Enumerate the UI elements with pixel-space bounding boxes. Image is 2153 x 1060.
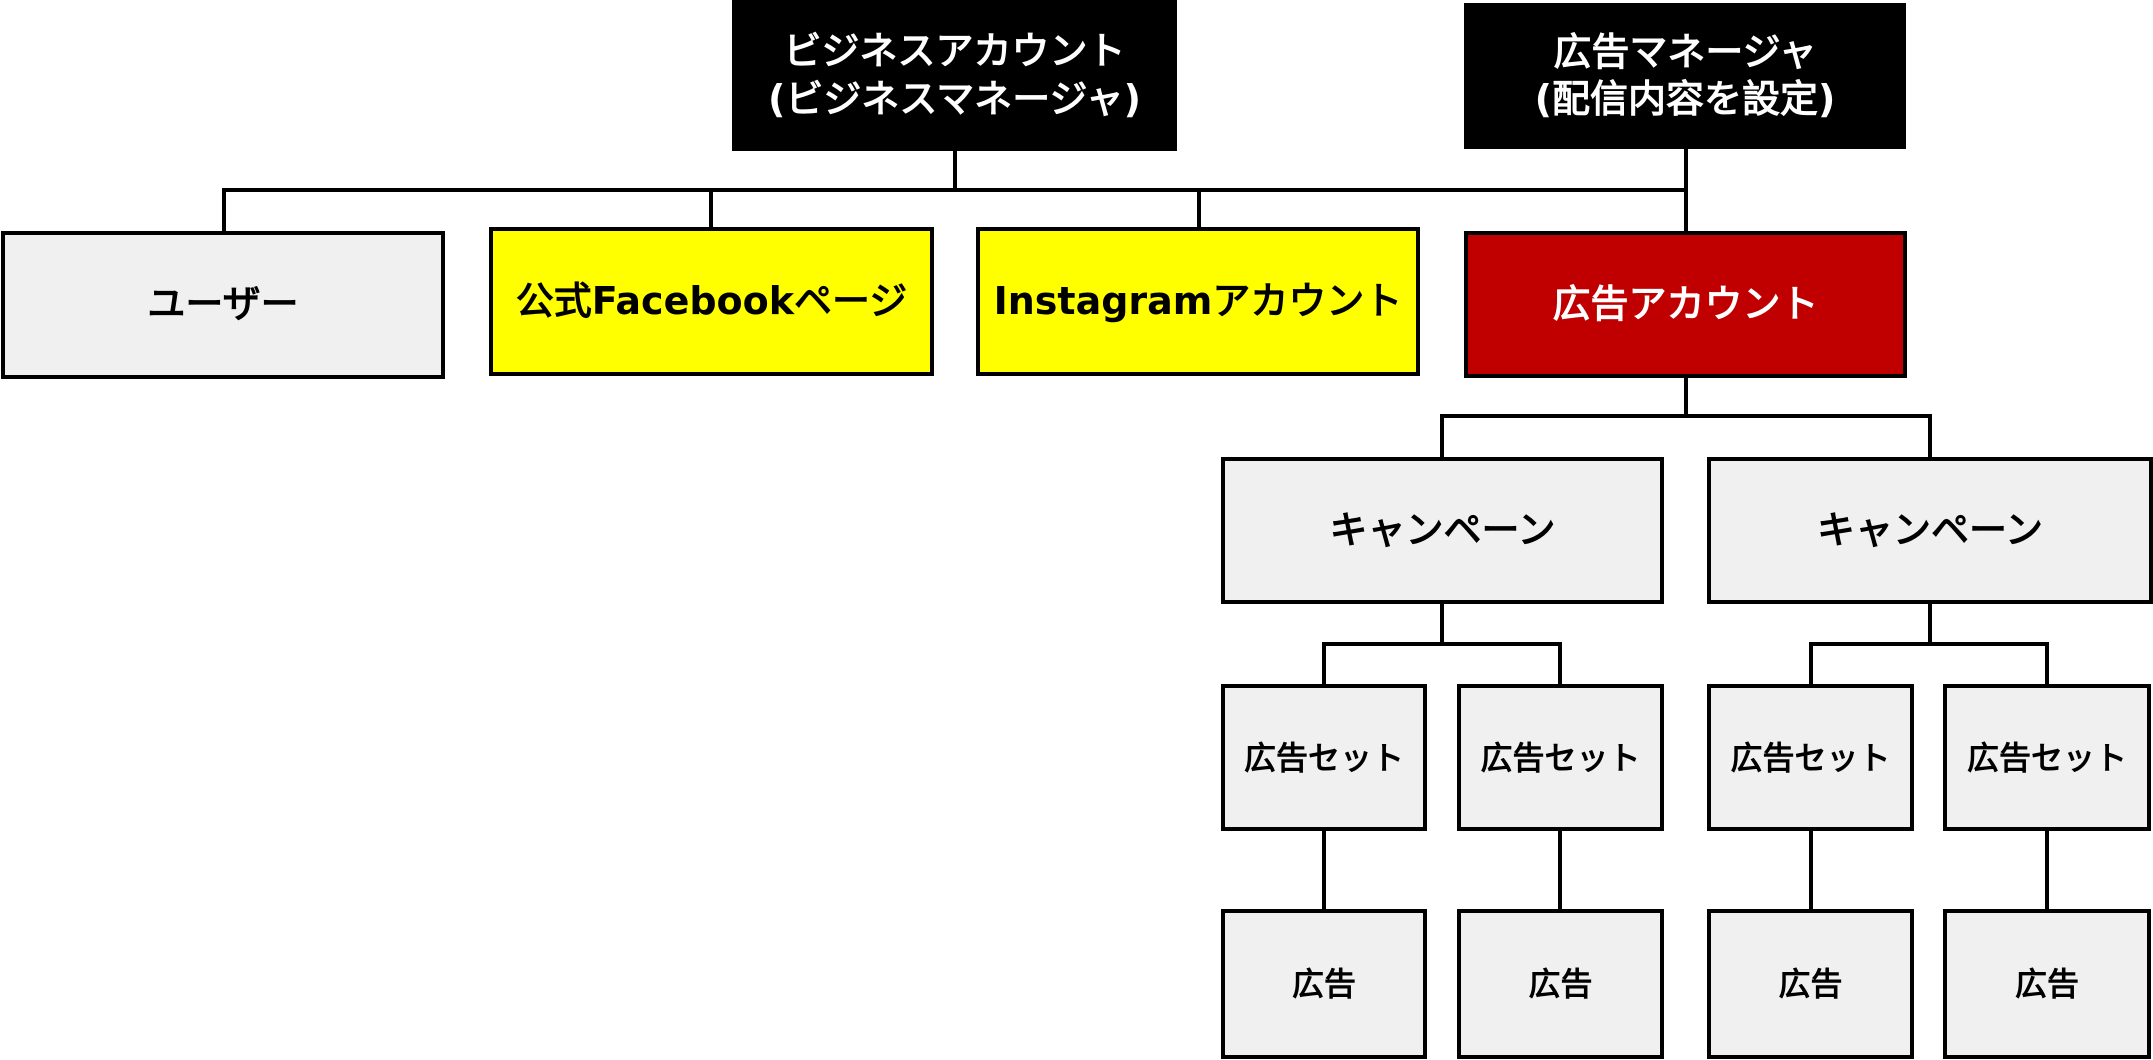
ad-set-label: 広告セット	[1480, 738, 1641, 777]
campaign-label: キャンペーン	[1816, 507, 2044, 552]
ad-set-label: 広告セット	[1243, 738, 1404, 777]
connector	[222, 188, 226, 233]
user-node: ユーザー	[1, 231, 445, 379]
connector	[1440, 414, 1932, 418]
ad-manager-node: 広告マネージャ (配信内容を設定)	[1464, 3, 1906, 149]
ad-label: 広告	[1528, 965, 1593, 1003]
user-label: ユーザー	[147, 282, 299, 327]
ad-account-node: 広告アカウント	[1464, 231, 1907, 378]
connector	[1928, 602, 1932, 646]
connector	[1928, 414, 1932, 459]
business-account-title: ビジネスアカウント	[783, 29, 1126, 73]
ad-label: 広告	[2014, 965, 2079, 1003]
ad-set-label: 広告セット	[1966, 738, 2127, 777]
business-account-node: ビジネスアカウント (ビジネスマネージャ)	[732, 0, 1177, 151]
ad-set-node: 広告セット	[1457, 684, 1664, 831]
connector	[1809, 829, 1813, 911]
campaign-label: キャンペーン	[1329, 507, 1556, 552]
ad-set-node: 広告セット	[1707, 684, 1914, 831]
campaign-node: キャンペーン	[1221, 457, 1664, 604]
ad-node: 広告	[1707, 909, 1914, 1059]
connector	[1322, 642, 1562, 646]
connector	[2045, 829, 2049, 911]
connector	[2045, 642, 2049, 686]
instagram-account-node: Instagramアカウント	[976, 227, 1420, 376]
connector	[709, 188, 713, 229]
campaign-node: キャンペーン	[1707, 457, 2153, 604]
ad-set-node: 広告セット	[1221, 684, 1427, 831]
ad-node: 広告	[1943, 909, 2151, 1059]
connector	[1684, 376, 1688, 418]
business-account-subtitle: (ビジネスマネージャ)	[768, 76, 1141, 121]
connector	[1322, 642, 1326, 686]
connector	[1322, 829, 1326, 911]
connector	[953, 151, 957, 192]
ad-label: 広告	[1778, 965, 1843, 1003]
connector	[1558, 829, 1562, 911]
facebook-page-node: 公式Facebookページ	[489, 227, 934, 376]
connector	[1440, 602, 1444, 646]
ad-manager-title: 広告マネージャ	[1553, 29, 1817, 74]
instagram-account-label: Instagramアカウント	[993, 278, 1403, 323]
ad-manager-subtitle: (配信内容を設定)	[1534, 77, 1836, 121]
ad-set-node: 広告セット	[1943, 684, 2151, 831]
ad-set-label: 広告セット	[1730, 738, 1891, 777]
ad-node: 広告	[1457, 909, 1664, 1059]
facebook-page-label: 公式Facebookページ	[515, 278, 908, 323]
ad-label: 広告	[1291, 965, 1356, 1003]
ad-node: 広告	[1221, 909, 1427, 1059]
connector	[1809, 642, 2049, 646]
connector	[1558, 642, 1562, 686]
connector	[1809, 642, 1813, 686]
ad-account-label: 広告アカウント	[1552, 281, 1819, 326]
connector	[1197, 188, 1201, 229]
connector	[1440, 414, 1444, 459]
connector	[222, 188, 1688, 192]
